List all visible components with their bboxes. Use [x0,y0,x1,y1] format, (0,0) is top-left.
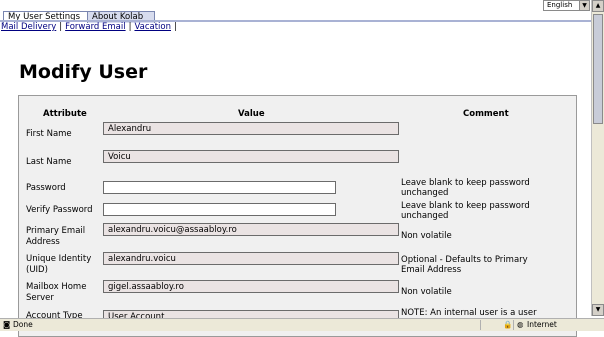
label-uid: Unique Identity (UID) [26,254,92,275]
top-bar [0,0,592,11]
label-password: Password [26,183,66,193]
header-value: Value [238,109,265,119]
page-title: Modify User [19,61,148,83]
mailbox-home-server-field[interactable]: gigel.assaabloy.ro [103,280,399,293]
comment-verify-password: Leave blank to keep password unchanged [401,201,530,221]
scroll-up-icon[interactable]: ▲ [592,0,604,12]
label-primary-email: Primary Email Address [26,226,86,247]
zone-text: Internet [527,320,557,329]
language-selected: English [547,1,573,9]
ie-page-icon: ◙ [3,320,11,329]
first-name-field[interactable]: Alexandru [103,122,399,135]
link-vacation[interactable]: Vacation [134,22,171,32]
comment-primary-email: Non volatile [401,231,452,241]
language-select[interactable]: English ▼ [543,0,590,11]
header-comment: Comment [463,109,509,119]
last-name-field[interactable]: Voicu [103,150,399,163]
primary-email-field[interactable]: alexandru.voicu@assaabloy.ro [103,223,399,236]
status-bar: ◙ Done 🔒 ◍ Internet [0,318,604,331]
lock-icon: 🔒 [503,320,513,329]
comment-uid: Optional - Defaults to Primary Email Add… [401,255,528,275]
scroll-down-icon[interactable]: ▼ [592,304,604,316]
label-first-name: First Name [26,129,72,139]
globe-icon: ◍ [517,320,524,329]
scroll-thumb[interactable] [593,14,603,124]
comment-password: Leave blank to keep password unchanged [401,178,530,198]
label-last-name: Last Name [26,157,72,167]
chevron-down-icon[interactable]: ▼ [579,1,589,10]
header-attribute: Attribute [43,109,87,119]
uid-field[interactable]: alexandru.voicu [103,252,399,265]
label-mailbox-home-server: Mailbox Home Server [26,282,87,303]
vertical-scrollbar[interactable]: ▲ ▼ [591,0,604,316]
status-text: Done [13,320,33,329]
password-field[interactable] [103,181,336,194]
sub-navigation: Mail Delivery | Forward Email | Vacation | [1,22,177,32]
label-verify-password: Verify Password [26,205,93,215]
comment-mailbox-home-server: Non volatile [401,287,452,297]
verify-password-field[interactable] [103,203,336,216]
link-forward-email[interactable]: Forward Email [65,22,125,32]
link-mail-delivery[interactable]: Mail Delivery [1,22,56,32]
